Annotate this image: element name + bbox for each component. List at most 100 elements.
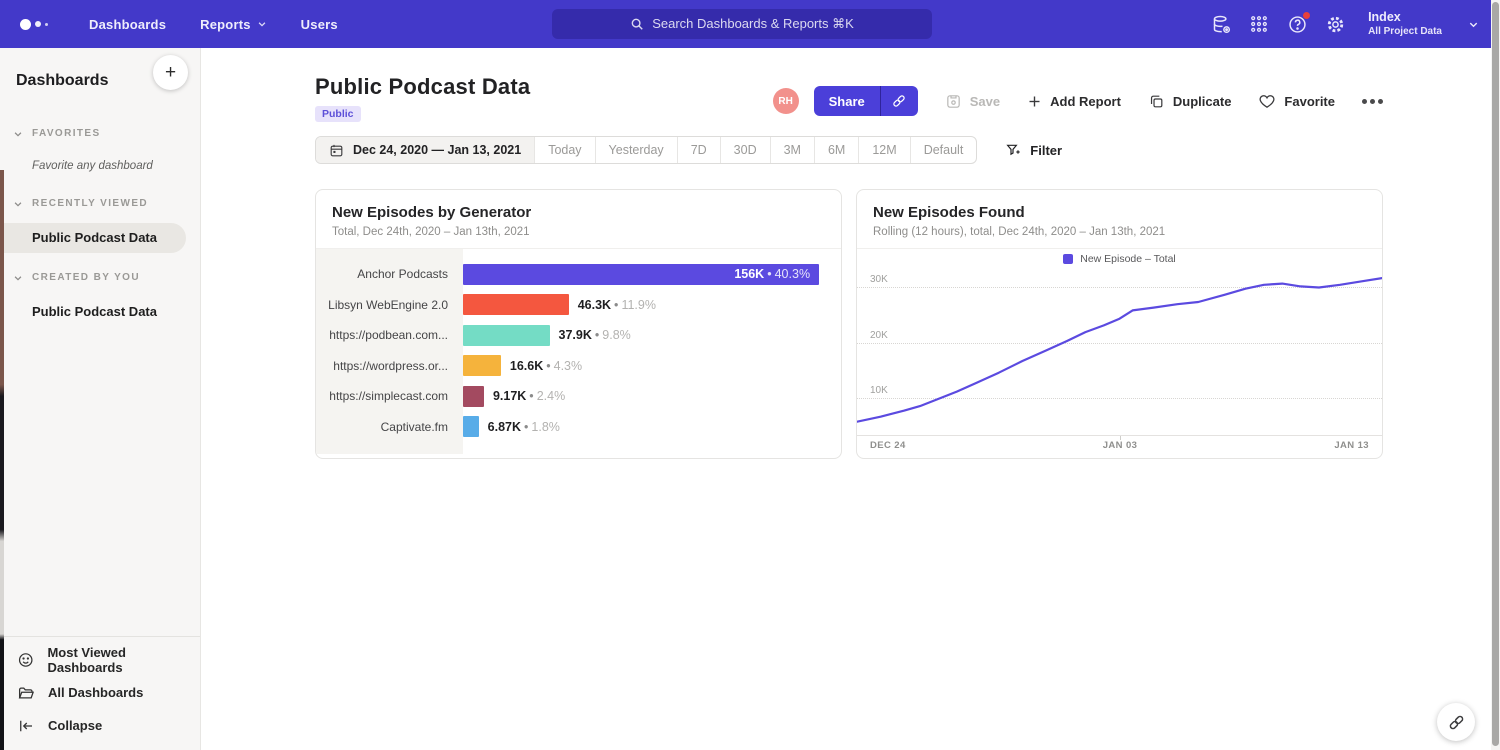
x-tick-jan13: JAN 13 <box>1334 440 1369 451</box>
sidebar-section-recently-viewed[interactable]: RECENTLY VIEWED <box>0 198 200 209</box>
share-link-button[interactable] <box>880 86 918 116</box>
x-tick-dec24: DEC 24 <box>870 440 906 451</box>
public-badge: Public <box>315 106 361 122</box>
chevron-down-icon <box>257 19 267 29</box>
save-button[interactable]: Save <box>945 93 1000 110</box>
chevron-down-icon <box>13 199 23 209</box>
search-input[interactable]: Search Dashboards & Reports ⌘K <box>552 9 932 39</box>
bar-value-label: 46.3K•11.9% <box>578 298 656 312</box>
bar-chart-body: Anchor Podcasts156K•40.3%Libsyn WebEngin… <box>316 249 841 454</box>
project-selector[interactable]: Index All Project Data <box>1368 10 1479 38</box>
bar-category-label: https://podbean.com... <box>316 328 463 342</box>
line-chart-body: New Episode – Total 10K20K30K DEC 24 JAN… <box>857 249 1382 454</box>
preset-today[interactable]: Today <box>535 137 595 163</box>
bar-category-label: https://simplecast.com <box>316 389 463 403</box>
preset-30d[interactable]: 30D <box>721 137 771 163</box>
collapse-left-icon <box>17 717 35 735</box>
preset-7d[interactable]: 7D <box>678 137 721 163</box>
line-chart-title: New Episodes Found <box>873 204 1366 221</box>
line-series-svg <box>857 270 1382 435</box>
apps-grid-icon[interactable] <box>1240 0 1278 48</box>
line-plot: 10K20K30K <box>857 270 1382 435</box>
avatar[interactable]: RH <box>773 88 799 114</box>
bar-value-label: 6.87K•1.8% <box>488 420 560 434</box>
share-link-fab[interactable] <box>1437 703 1475 741</box>
save-icon <box>945 93 962 110</box>
bar-chart-row[interactable]: https://wordpress.or...16.6K•4.3% <box>316 351 841 382</box>
x-axis: DEC 24 JAN 03 JAN 13 <box>857 435 1382 454</box>
bar-chart-row[interactable]: Libsyn WebEngine 2.046.3K•11.9% <box>316 290 841 321</box>
nav-dashboards[interactable]: Dashboards <box>72 17 183 32</box>
line-chart-card[interactable]: New Episodes Found Rolling (12 hours), t… <box>856 189 1383 459</box>
data-governance-icon[interactable] <box>1202 0 1240 48</box>
link-icon <box>1447 713 1466 732</box>
bar-chart-card[interactable]: New Episodes by Generator Total, Dec 24t… <box>315 189 842 459</box>
nav-users-label: Users <box>301 17 338 32</box>
heart-icon <box>1258 92 1276 110</box>
share-button[interactable]: Share <box>814 86 880 116</box>
preset-default[interactable]: Default <box>911 137 977 163</box>
scrollbar-thumb[interactable] <box>1492 2 1499 746</box>
preset-12m[interactable]: 12M <box>859 137 910 163</box>
bar-track: 6.87K•1.8% <box>463 416 841 437</box>
bar-chart-row[interactable]: Anchor Podcasts156K•40.3% <box>316 259 841 290</box>
folder-icon <box>17 684 35 702</box>
most-viewed-dashboards-button[interactable]: Most Viewed Dashboards <box>0 643 200 676</box>
favorite-button[interactable]: Favorite <box>1258 92 1335 110</box>
nav-dashboards-label: Dashboards <box>89 17 166 32</box>
bar[interactable] <box>463 325 550 346</box>
date-range-button[interactable]: Dec 24, 2020 — Jan 13, 2021 <box>316 137 535 163</box>
bar-value-label: 156K•40.3% <box>734 267 810 281</box>
bar[interactable] <box>463 355 501 376</box>
sidebar-item-public-podcast-data[interactable]: Public Podcast Data <box>0 223 186 253</box>
page-scrollbar[interactable] <box>1491 0 1500 750</box>
bar-rows: Anchor Podcasts156K•40.3%Libsyn WebEngin… <box>316 259 841 442</box>
sidebar-footer: Most Viewed Dashboards All Dashboards Co… <box>0 636 200 750</box>
settings-gear-icon[interactable] <box>1316 0 1354 48</box>
chevron-down-icon <box>13 129 23 139</box>
duplicate-button[interactable]: Duplicate <box>1148 93 1232 110</box>
legend-swatch <box>1063 254 1073 264</box>
bar[interactable] <box>463 416 479 437</box>
main-content: Public Podcast Data Public RH Share <box>202 48 1491 750</box>
bar-value-label: 9.17K•2.4% <box>493 389 565 403</box>
bar[interactable] <box>463 386 484 407</box>
collapse-sidebar-button[interactable]: Collapse <box>0 709 200 742</box>
bar-chart-row[interactable]: https://podbean.com...37.9K•9.8% <box>316 320 841 351</box>
all-dashboards-button[interactable]: All Dashboards <box>0 676 200 709</box>
date-toolbar: Dec 24, 2020 — Jan 13, 2021 Today Yester… <box>315 136 1491 164</box>
bar-chart-subtitle: Total, Dec 24th, 2020 – Jan 13th, 2021 <box>332 226 825 238</box>
sidebar-section-created-by-you[interactable]: CREATED BY YOU <box>0 272 200 283</box>
bar[interactable] <box>463 294 569 315</box>
date-range-control: Dec 24, 2020 — Jan 13, 2021 Today Yester… <box>315 136 977 164</box>
add-dashboard-button[interactable]: + <box>153 55 188 90</box>
preset-yesterday[interactable]: Yesterday <box>596 137 678 163</box>
chevron-down-icon <box>1468 19 1479 30</box>
nav-reports-label: Reports <box>200 17 251 32</box>
screen-edge-artifact <box>0 170 4 750</box>
preset-6m[interactable]: 6M <box>815 137 859 163</box>
notification-badge <box>1302 11 1311 20</box>
nav-users[interactable]: Users <box>284 17 355 32</box>
bar-category-label: Captivate.fm <box>316 420 463 434</box>
legend-label: New Episode – Total <box>1080 253 1176 265</box>
topnav-right-cluster: Index All Project Data <box>1202 0 1479 48</box>
add-report-button[interactable]: Add Report <box>1027 94 1121 109</box>
filter-button[interactable]: Filter <box>1005 142 1062 158</box>
bar-track: 46.3K•11.9% <box>463 294 841 315</box>
smiley-icon <box>17 651 34 669</box>
amplitude-logo-icon[interactable] <box>20 19 48 30</box>
project-name: Index <box>1368 10 1442 26</box>
sidebar-section-favorites[interactable]: FAVORITES <box>0 128 200 139</box>
preset-3m[interactable]: 3M <box>771 137 815 163</box>
sidebar-item-public-podcast-data-2[interactable]: Public Podcast Data <box>0 297 186 327</box>
duplicate-icon <box>1148 93 1165 110</box>
help-icon[interactable] <box>1278 0 1316 48</box>
chart-legend: New Episode – Total <box>857 253 1382 265</box>
bar[interactable]: 156K•40.3% <box>463 264 819 285</box>
nav-reports[interactable]: Reports <box>183 17 284 32</box>
bar-chart-row[interactable]: Captivate.fm 6.87K•1.8% <box>316 412 841 443</box>
more-options-button[interactable] <box>1362 99 1383 104</box>
line-chart-subtitle: Rolling (12 hours), total, Dec 24th, 202… <box>873 226 1366 238</box>
bar-chart-row[interactable]: https://simplecast.com 9.17K•2.4% <box>316 381 841 412</box>
